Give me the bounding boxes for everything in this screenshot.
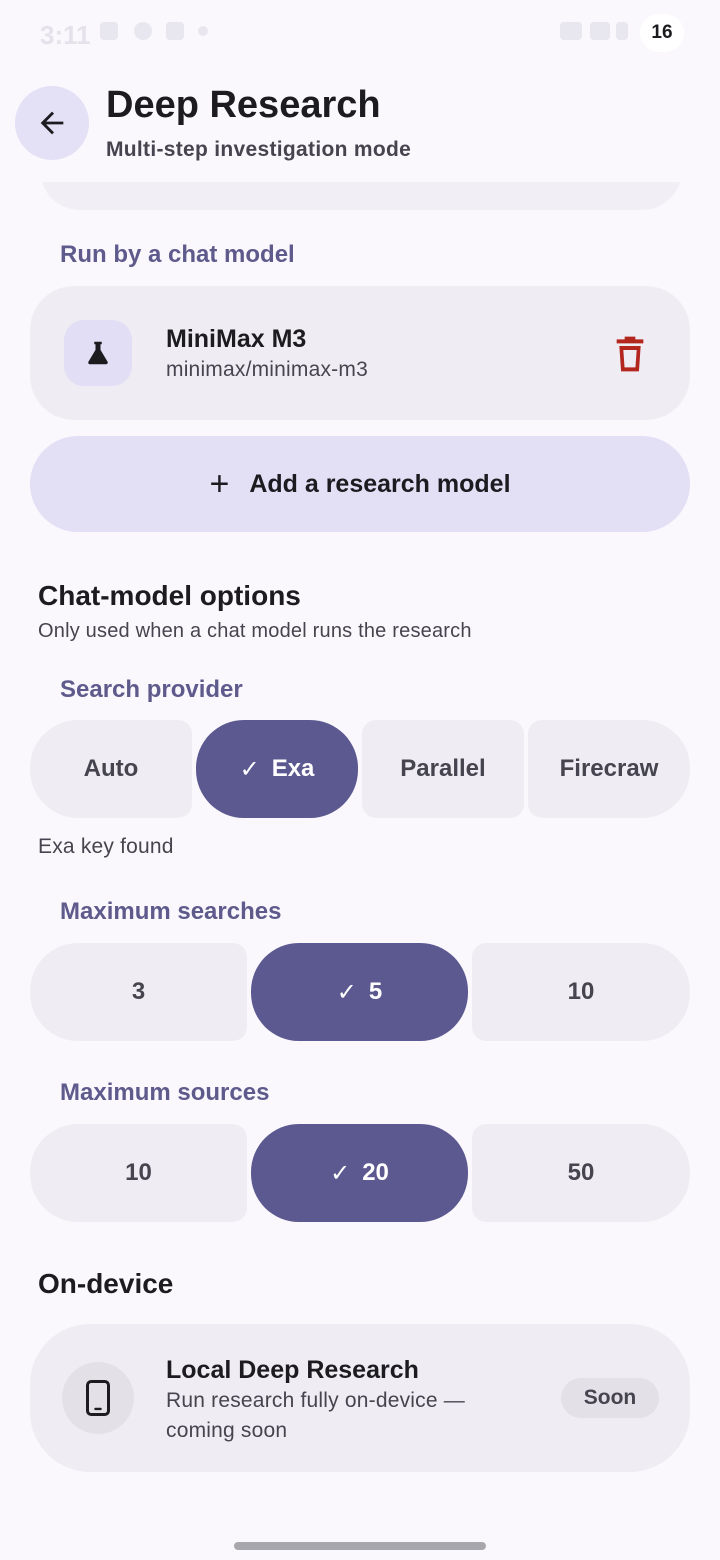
search-provider-option-firecrawl[interactable]: Firecraw <box>528 720 690 818</box>
search-provider-option-exa[interactable]: ✓ Exa <box>196 720 358 818</box>
option-label: 20 <box>362 1159 389 1186</box>
notification-icon <box>100 22 118 40</box>
max-sources-option-10[interactable]: 10 <box>30 1124 247 1222</box>
search-provider-option-parallel[interactable]: Parallel <box>362 720 524 818</box>
search-provider-label: Search provider <box>60 676 243 703</box>
local-deep-research-description: Run research fully on-device — coming so… <box>166 1389 465 1442</box>
maximum-sources-label: Maximum sources <box>60 1079 270 1106</box>
back-button[interactable] <box>15 86 89 160</box>
flask-icon <box>88 341 108 365</box>
option-label: 10 <box>567 978 595 1005</box>
model-name: MiniMax M3 <box>166 325 307 353</box>
max-searches-option-5[interactable]: ✓ 5 <box>251 943 468 1041</box>
add-research-model-label: Add a research model <box>249 469 511 498</box>
soon-badge: Soon <box>561 1378 659 1418</box>
maximum-searches-label: Maximum searches <box>60 898 282 925</box>
option-label: 3 <box>131 978 146 1005</box>
add-research-model-button[interactable]: + Add a research model <box>30 436 690 532</box>
plus-icon: + <box>209 465 230 503</box>
search-provider-helper: Exa key found <box>38 835 174 858</box>
arrow-back-icon <box>40 111 64 135</box>
max-searches-option-3[interactable]: 3 <box>30 943 247 1041</box>
wifi-icon <box>560 22 582 40</box>
page-title: Deep Research <box>106 84 381 126</box>
option-label: 10 <box>125 1159 152 1186</box>
option-label: Exa <box>271 755 315 782</box>
chat-model-options-description: Only used when a chat model runs the res… <box>38 620 472 642</box>
max-sources-option-20[interactable]: ✓ 20 <box>251 1124 468 1222</box>
search-provider-option-auto[interactable]: Auto <box>30 720 192 818</box>
option-label: 50 <box>567 1159 595 1186</box>
max-searches-option-10[interactable]: 10 <box>472 943 690 1041</box>
sim-icon <box>590 22 610 40</box>
notification-icon <box>134 22 152 40</box>
local-deep-research-title: Local Deep Research <box>166 1356 419 1384</box>
max-sources-option-50[interactable]: 50 <box>472 1124 690 1222</box>
option-label: 5 <box>368 978 383 1005</box>
on-device-heading: On-device <box>38 1268 174 1299</box>
status-bar: 3:11 16 <box>0 0 720 66</box>
phone-icon <box>86 1380 110 1416</box>
check-icon: ✓ <box>336 978 357 1006</box>
model-id: minimax/minimax-m3 <box>166 358 368 381</box>
delete-model-button[interactable] <box>606 334 654 374</box>
signal-icon <box>616 22 628 40</box>
device-avatar <box>62 1362 134 1434</box>
run-by-chat-model-label: Run by a chat model <box>60 241 295 268</box>
status-time: 3:11 <box>40 20 91 50</box>
check-icon: ✓ <box>239 755 260 783</box>
check-icon: ✓ <box>330 1159 351 1187</box>
battery-indicator: 16 <box>640 14 684 52</box>
home-indicator[interactable] <box>234 1542 486 1550</box>
option-label: Firecraw <box>559 755 659 782</box>
model-avatar <box>64 320 132 386</box>
dot-icon <box>198 26 208 36</box>
option-label: Auto <box>83 755 139 782</box>
notification-icon <box>166 22 184 40</box>
chat-model-options-heading: Chat-model options <box>38 580 301 611</box>
trash-icon <box>616 336 644 372</box>
page-subtitle: Multi-step investigation mode <box>106 138 412 161</box>
option-label: Parallel <box>400 755 486 782</box>
